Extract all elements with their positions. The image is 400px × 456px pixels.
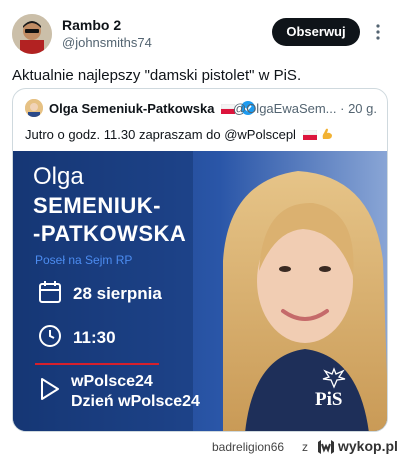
author-name[interactable]: Rambo 2 [62,17,121,33]
poland-flag-icon [302,128,317,140]
quoted-time[interactable]: · 20 g. [340,101,377,116]
quoted-text: Jutro o godz. 11.30 zapraszam do @wPolsc… [25,127,334,142]
tweet-text: Aktualnie najlepszy "damski pistolet" w … [12,67,302,84]
media-first-name: Olga [33,163,84,190]
avatar[interactable] [12,14,52,54]
tweet-header: Rambo 2 @johnsmiths74 Obserwuj [12,14,388,58]
wykop-watermark: badreligion66 z wykop.pl [212,438,398,456]
follow-button[interactable]: Obserwuj [272,18,360,46]
watermark-user: badreligion66 [212,440,285,454]
play-icon [37,375,63,401]
quoted-author-name[interactable]: Olga Semeniuk-Patkowska [49,101,255,116]
media-channel-1: wPolsce24 [71,373,153,390]
media-date: 28 sierpnia [73,284,162,303]
quoted-avatar[interactable] [25,99,43,117]
clock-icon [37,323,63,349]
quoted-media-image[interactable]: Olga SEMENIUK- -PATKOWSKA Poseł na Sejm … [13,151,387,431]
more-options-icon[interactable] [368,22,388,42]
quoted-meta: @OlgaEwaSem... · 20 g. [233,101,377,116]
media-time: 11:30 [73,328,116,347]
media-last-name-line-1: SEMENIUK- [33,193,161,218]
flexed-biceps-icon [320,127,334,141]
watermark-z: z [302,440,308,454]
media-divider [35,363,159,365]
quoted-author-handle[interactable]: @OlgaEwaSem... [233,101,337,116]
wykop-logo-icon [316,438,336,456]
calendar-icon [37,279,63,305]
media-role: Poseł na Sejm RP [35,253,133,267]
eagle-logo-icon [321,367,347,389]
media-last-name-line-2: -PATKOWSKA [33,221,187,246]
watermark-site: wykop.pl [338,438,398,454]
quoted-text-body: Jutro o godz. 11.30 zapraszam do @wPolsc… [25,127,296,142]
author-handle[interactable]: @johnsmiths74 [62,35,152,50]
quoted-author-name-text: Olga Semeniuk-Patkowska [49,101,215,116]
media-channel-2: Dzień wPolsce24 [71,393,200,410]
quoted-tweet[interactable]: Olga Semeniuk-Patkowska @OlgaEwaSem... ·… [12,88,388,432]
party-logo: PiS [315,389,343,410]
